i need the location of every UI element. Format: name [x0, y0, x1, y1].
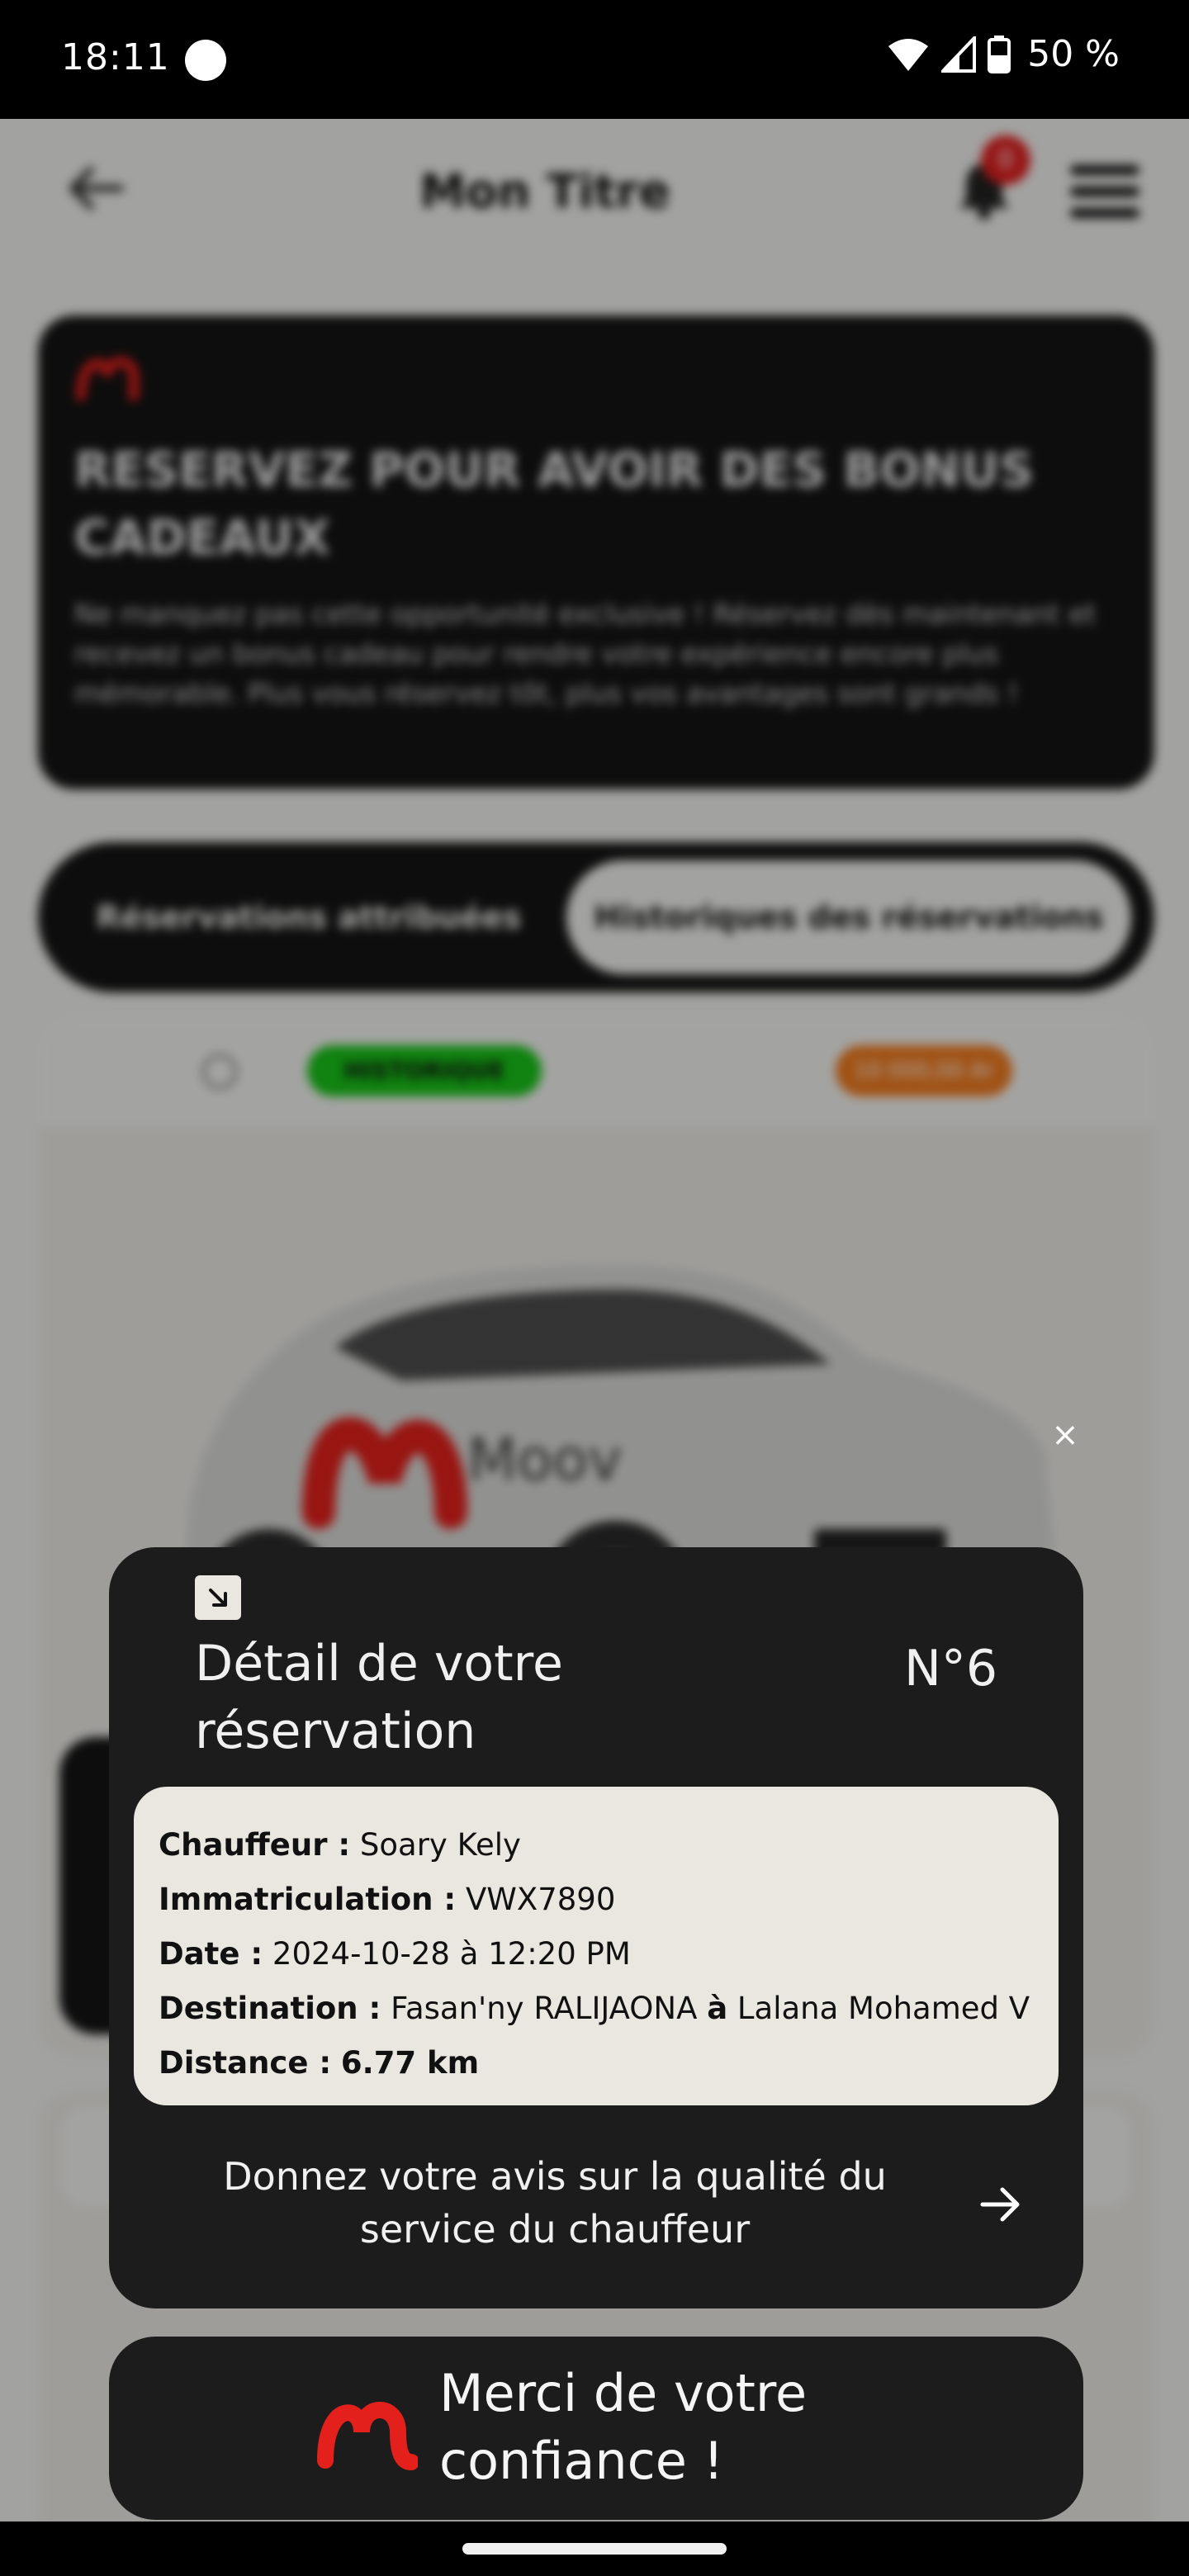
status-badge: HISTORIQUE — [307, 1045, 542, 1096]
status-indicators: 50 % — [887, 33, 1120, 75]
detail-value: Soary Kely — [359, 1827, 521, 1863]
detail-plate: Immatriculation : VWX7890 — [159, 1873, 1034, 1927]
detail-value-from: Fasan'ny RALIJAONA — [391, 1991, 698, 2026]
detail-value: 6.77 km — [340, 2045, 480, 2081]
brand-logo-icon — [317, 2402, 418, 2470]
detail-distance: Distance : 6.77 km — [159, 2036, 1034, 2091]
brand-logo-icon — [76, 357, 139, 401]
arrow-right-icon[interactable] — [979, 2186, 1022, 2223]
thanks-message: Merci de votre confiance ! — [439, 2363, 808, 2491]
detail-value: VWX7890 — [465, 1882, 616, 1917]
status-time: 18:11 — [61, 36, 170, 78]
arrow-down-right-icon — [209, 1589, 227, 1607]
notification-dot-icon — [185, 40, 226, 81]
clock-icon — [201, 1054, 238, 1090]
menu-icon[interactable] — [1070, 165, 1139, 218]
detail-destination: Destination : Fasan'ny RALIJAONA à Lalan… — [159, 1982, 1034, 2036]
promo-banner: RESERVEZ POUR AVOIR DES BONUS CADEAUX Ne… — [38, 315, 1154, 789]
reservation-number: N°6 — [903, 1640, 997, 1698]
notification-count-badge: 0 — [981, 135, 1030, 185]
close-icon[interactable]: × — [1047, 1417, 1083, 1453]
detail-label: Distance : — [159, 2045, 332, 2081]
reservation-detail-modal: Détail de votre réservation N°6 Chauffeu… — [109, 1547, 1083, 2308]
detail-value: 2024-10-28 à 12:20 PM — [272, 1936, 631, 1972]
reservation-tabs: Réservations attribuées Historiques des … — [38, 842, 1154, 992]
signal-icon — [941, 36, 977, 73]
promo-description: Ne manquez pas cette opportunité exclusi… — [74, 598, 1097, 709]
collapse-button[interactable] — [195, 1575, 241, 1620]
detail-label: Chauffeur : — [159, 1827, 351, 1863]
detail-label: Immatriculation : — [159, 1882, 457, 1917]
status-bar: 18:11 50 % — [0, 0, 1189, 119]
detail-date: Date : 2024-10-28 à 12:20 PM — [159, 1927, 1034, 1982]
modal-title: Détail de votre réservation — [195, 1635, 563, 1760]
detail-connector: à — [707, 1991, 728, 2026]
price-badge: 10 000,00 Ar — [836, 1045, 1012, 1096]
detail-label: Date : — [159, 1936, 263, 1972]
feedback-link[interactable]: Donnez votre avis sur la qualité du serv… — [192, 2150, 918, 2256]
detail-label: Destination : — [159, 1991, 381, 2026]
card-header: HISTORIQUE 10 000,00 Ar — [38, 1017, 1154, 1126]
tab-assigned-reservations[interactable]: Réservations attribuées — [53, 854, 565, 981]
battery-level: 50 % — [1027, 33, 1120, 75]
battery-icon — [988, 35, 1011, 73]
home-indicator[interactable] — [462, 2543, 727, 2555]
system-nav-bar — [0, 2522, 1189, 2576]
promo-title: RESERVEZ POUR AVOIR DES BONUS CADEAUX — [74, 442, 1035, 566]
tab-reservation-history[interactable]: Historiques des réservations — [560, 854, 1138, 981]
detail-value-to: Lalana Mohamed V — [737, 1991, 1030, 2026]
svg-text:Moov: Moov — [467, 1426, 622, 1494]
top-navigation: Mon Titre 0 — [0, 119, 1189, 268]
thanks-banner: Merci de votre confiance ! — [109, 2337, 1083, 2520]
detail-box: Chauffeur : Soary Kely Immatriculation :… — [134, 1787, 1059, 2105]
detail-driver: Chauffeur : Soary Kely — [159, 1818, 1034, 1873]
wifi-icon — [888, 38, 929, 71]
